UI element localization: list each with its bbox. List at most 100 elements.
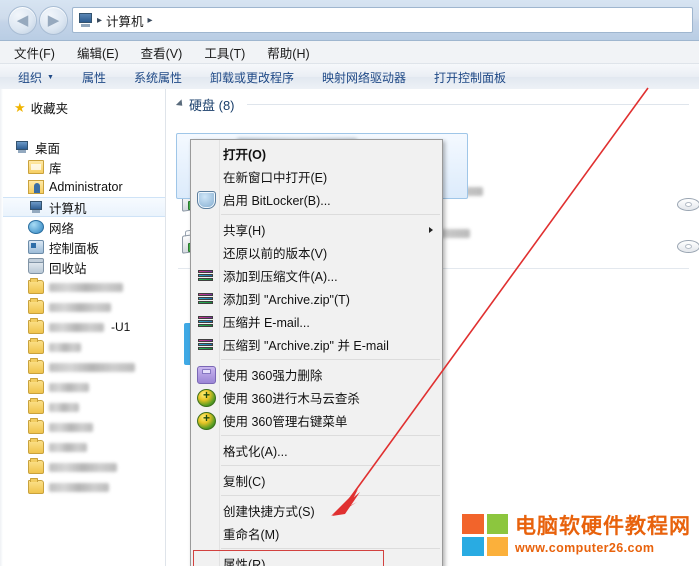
group-header-label: 硬盘 (8) — [189, 98, 235, 113]
context-menu-item[interactable]: 属性(R) — [191, 550, 442, 566]
optical-drive-icon — [677, 194, 699, 214]
context-menu-item-label: 使用 360强力删除 — [223, 369, 323, 383]
menu-view[interactable]: 查看(V) — [141, 43, 183, 62]
shredder-icon — [197, 365, 216, 384]
context-menu-item[interactable]: 格式化(A)... — [191, 439, 442, 462]
menu-tools[interactable]: 工具(T) — [204, 43, 245, 62]
folder-icon — [28, 398, 44, 414]
sidebar-item-label-redacted — [49, 322, 104, 332]
sidebar-item-computer[interactable]: 计算机 — [0, 197, 165, 217]
uninstall-change-program-button[interactable]: 卸载或更改程序 — [210, 69, 294, 86]
context-menu-item[interactable]: 使用 360管理右键菜单 — [191, 409, 442, 432]
system-properties-button[interactable]: 系统属性 — [134, 69, 182, 86]
context-menu-separator — [221, 548, 440, 549]
context-menu-item-label: 压缩并 E-mail... — [223, 316, 310, 330]
windows-logo-icon — [462, 514, 508, 556]
submenu-arrow-icon — [429, 226, 433, 233]
menu-edit[interactable]: 编辑(E) — [77, 43, 119, 62]
context-menu-separator — [221, 495, 440, 496]
folder-icon — [28, 278, 44, 294]
winrar-icon — [197, 268, 214, 284]
shield-icon — [197, 190, 216, 209]
watermark-title: 电脑软硬件教程网 — [515, 514, 691, 538]
control-panel-icon — [28, 240, 44, 254]
context-menu-item[interactable]: 还原以前的版本(V) — [191, 241, 442, 264]
sidebar-item-redacted[interactable] — [0, 357, 165, 377]
sidebar-item-label: 桌面 — [35, 141, 61, 156]
sidebar-item-redacted[interactable] — [0, 477, 165, 497]
sidebar-item-label: 回收站 — [49, 261, 87, 276]
context-menu-separator — [221, 359, 440, 360]
sidebar-item-redacted[interactable] — [0, 397, 165, 417]
sidebar-item-label-redacted — [49, 362, 135, 372]
context-menu-item[interactable]: 使用 360强力删除 — [191, 363, 442, 386]
sidebar-item-control-panel[interactable]: 控制面板 — [0, 237, 165, 257]
breadcrumb-separator-icon-2[interactable]: ▸ — [148, 15, 153, 26]
folder-icon — [28, 438, 44, 454]
context-menu-item[interactable]: 创建快捷方式(S) — [191, 499, 442, 522]
context-menu-item[interactable]: 重命名(M) — [191, 522, 442, 545]
breadcrumb-separator-icon[interactable]: ▸ — [97, 15, 102, 26]
menu-help[interactable]: 帮助(H) — [267, 43, 309, 62]
sidebar-item-redacted[interactable] — [0, 337, 165, 357]
sidebar-item-label: Administrator — [49, 180, 123, 194]
chevron-collapse-icon[interactable] — [175, 99, 186, 109]
sidebar-item-label: 计算机 — [49, 201, 87, 216]
context-menu-item[interactable]: 添加到 "Archive.zip"(T) — [191, 287, 442, 310]
map-network-drive-button[interactable]: 映射网络驱动器 — [322, 69, 406, 86]
sidebar-item-library[interactable]: 库 — [0, 157, 165, 177]
sidebar-item-redacted[interactable] — [0, 417, 165, 437]
menu-file[interactable]: 文件(F) — [14, 43, 55, 62]
sidebar-item-recycle-bin[interactable]: 回收站 — [0, 257, 165, 277]
sidebar-item-redacted[interactable]: -U1 — [0, 317, 165, 337]
sidebar-item-redacted[interactable] — [0, 277, 165, 297]
context-menu-item[interactable]: 压缩到 "Archive.zip" 并 E-mail — [191, 333, 442, 356]
watermark: 电脑软硬件教程网 www.computer26.com — [462, 514, 691, 556]
computer-icon — [28, 200, 44, 214]
sidebar-item-administrator[interactable]: Administrator — [0, 177, 165, 197]
desktop-icon — [14, 140, 30, 154]
winrar-icon — [197, 314, 214, 330]
organize-button[interactable]: 组织 ▼ — [18, 69, 54, 86]
menu-bar: 文件(F) 编辑(E) 查看(V) 工具(T) 帮助(H) — [0, 41, 699, 64]
sidebar-item-redacted[interactable] — [0, 457, 165, 477]
context-menu-item[interactable]: 压缩并 E-mail... — [191, 310, 442, 333]
network-icon — [28, 220, 44, 234]
context-menu-item-label: 打开(O) — [223, 148, 267, 162]
sidebar-item-redacted[interactable] — [0, 297, 165, 317]
context-menu-item[interactable]: 打开(O) — [191, 142, 442, 165]
sidebar-item-redacted[interactable] — [0, 437, 165, 457]
sidebar-item-favorites[interactable]: ★ 收藏夹 — [0, 97, 165, 117]
navigation-buttons: ◀ ▶ ▼ — [8, 6, 80, 35]
context-menu-item[interactable]: 启用 BitLocker(B)... — [191, 188, 442, 211]
properties-button[interactable]: 属性 — [82, 69, 106, 86]
sidebar-item-network[interactable]: 网络 — [0, 217, 165, 237]
context-menu-item[interactable]: 复制(C) — [191, 469, 442, 492]
context-menu: 打开(O) 在新窗口中打开(E) 启用 BitLocker(B)... 共享(H) 还原… — [190, 139, 443, 566]
back-button[interactable]: ◀ — [8, 6, 37, 35]
sidebar-item-label-redacted — [49, 462, 117, 472]
context-menu-item[interactable]: 在新窗口中打开(E) — [191, 165, 442, 188]
sidebar-item-label-fragment: -U1 — [111, 320, 131, 334]
context-menu-item-label: 创建快捷方式(S) — [223, 505, 315, 519]
forward-button[interactable]: ▶ — [39, 6, 68, 35]
sidebar-item-label-redacted — [49, 302, 111, 312]
folder-icon — [28, 338, 44, 354]
open-control-panel-button[interactable]: 打开控制面板 — [434, 69, 506, 86]
address-bar[interactable]: ▸ 计算机 ▸ — [72, 7, 693, 33]
context-menu-item[interactable]: 共享(H) — [191, 218, 442, 241]
sidebar-item-label: 网络 — [49, 221, 75, 236]
breadcrumb-computer[interactable]: 计算机 — [106, 11, 144, 30]
context-menu-item[interactable]: 使用 360进行木马云查杀 — [191, 386, 442, 409]
folder-icon — [28, 458, 44, 474]
title-bar: ◀ ▶ ▼ ▸ 计算机 ▸ — [0, 0, 699, 41]
context-menu-item-label: 格式化(A)... — [223, 445, 288, 459]
sidebar-item-redacted[interactable] — [0, 377, 165, 397]
sidebar-item-desktop[interactable]: 桌面 — [0, 137, 165, 157]
sidebar-item-label: 库 — [49, 161, 62, 176]
folder-icon — [28, 358, 44, 374]
context-menu-item[interactable]: 添加到压缩文件(A)... — [191, 264, 442, 287]
sidebar-item-label-redacted — [49, 402, 79, 412]
group-header-harddisks[interactable]: 硬盘 (8) — [166, 89, 699, 116]
optical-drive-icon — [677, 236, 699, 256]
